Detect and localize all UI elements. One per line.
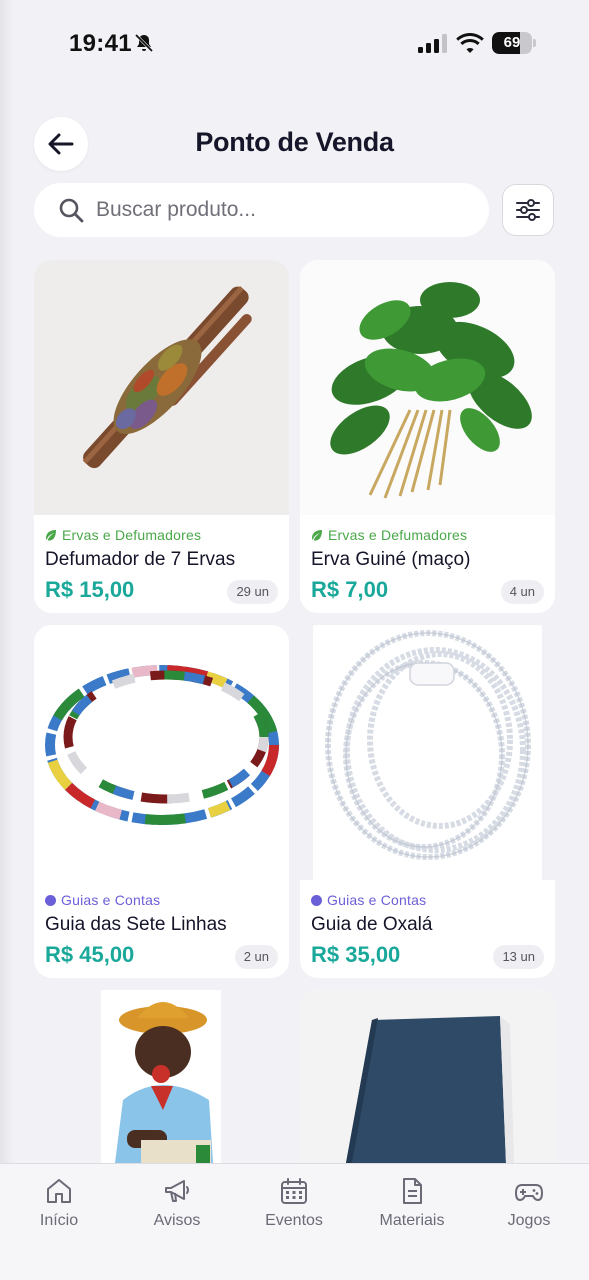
stock-badge: 13 un [493, 945, 544, 969]
status-bar: 19:41 69 [0, 0, 589, 88]
nav-label: Eventos [265, 1212, 323, 1229]
product-card[interactable]: Ervas e Defumadores Defumador de 7 Ervas… [34, 260, 289, 613]
product-name: Guia de Oxalá [311, 914, 433, 935]
nav-item-jogos[interactable]: Jogos [479, 1176, 579, 1230]
product-image-guia-oxala [300, 625, 555, 880]
left-edge-shadow [0, 0, 14, 1280]
document-icon [403, 1178, 422, 1204]
nav-label: Avisos [153, 1212, 201, 1229]
bottom-navigation: Início Avisos Eventos Materiais Jogos [0, 1163, 589, 1280]
home-icon [47, 1179, 71, 1203]
product-price: R$ 35,00 [311, 942, 401, 967]
battery-percentage: 69 [503, 34, 521, 51]
gamepad-icon [515, 1184, 543, 1201]
product-category: Guias e Contas [45, 892, 160, 908]
nav-item-inicio[interactable]: Início [9, 1176, 109, 1230]
product-name: Guia das Sete Linhas [45, 914, 227, 935]
product-card[interactable]: Ervas e Defumadores Erva Guiné (maço) R$… [300, 260, 555, 613]
leaf-icon [312, 530, 322, 541]
product-category-label: Guias e Contas [327, 892, 427, 908]
product-image-defumador [34, 260, 289, 515]
product-card[interactable]: Guias e Contas Guia das Sete Linhas R$ 4… [34, 625, 289, 978]
product-category: Ervas e Defumadores [311, 527, 467, 543]
megaphone-icon [165, 1180, 189, 1202]
nav-item-eventos[interactable]: Eventos [244, 1176, 344, 1230]
dot-icon [45, 894, 56, 906]
product-price: R$ 45,00 [45, 942, 135, 967]
status-time: 19:41 [69, 30, 132, 57]
battery-indicator: 69 [492, 32, 536, 54]
product-category-label: Ervas e Defumadores [62, 527, 202, 543]
product-category-label: Guias e Contas [61, 892, 161, 908]
product-name: Defumador de 7 Ervas [45, 549, 236, 570]
stock-badge: 29 un [227, 580, 278, 604]
calendar-icon [281, 1178, 307, 1204]
nav-label: Materiais [379, 1212, 445, 1229]
wifi-icon [456, 33, 484, 53]
search-icon [59, 198, 84, 223]
dot-icon [311, 894, 322, 906]
sliders-icon [516, 199, 540, 221]
nav-label: Início [39, 1212, 79, 1229]
muted-bell-icon [134, 33, 154, 53]
product-card[interactable]: Guias e Contas Guia de Oxalá R$ 35,00 13… [300, 625, 555, 978]
leaf-icon [46, 530, 56, 541]
product-card[interactable] [300, 990, 555, 1163]
product-card[interactable] [34, 990, 289, 1163]
product-image-guia-sete-linhas [34, 625, 289, 880]
cellular-signal-icon [418, 34, 447, 53]
product-category: Guias e Contas [311, 892, 426, 908]
search-input[interactable] [96, 198, 456, 222]
product-image-book [300, 990, 555, 1163]
product-price: R$ 15,00 [45, 577, 135, 602]
nav-label: Jogos [507, 1212, 551, 1229]
product-category: Ervas e Defumadores [45, 527, 201, 543]
product-image-erva-guine [300, 260, 555, 515]
product-image-figure [101, 990, 221, 1163]
nav-item-materiais[interactable]: Materiais [362, 1176, 462, 1230]
page-title: Ponto de Venda [195, 127, 394, 157]
search-bar[interactable] [34, 183, 489, 237]
product-category-label: Ervas e Defumadores [328, 527, 468, 543]
product-price: R$ 7,00 [311, 577, 389, 602]
filter-button[interactable] [502, 184, 554, 236]
stock-badge: 2 un [234, 945, 278, 969]
stock-badge: 4 un [500, 580, 544, 604]
product-name: Erva Guiné (maço) [311, 549, 471, 570]
nav-item-avisos[interactable]: Avisos [127, 1176, 227, 1230]
